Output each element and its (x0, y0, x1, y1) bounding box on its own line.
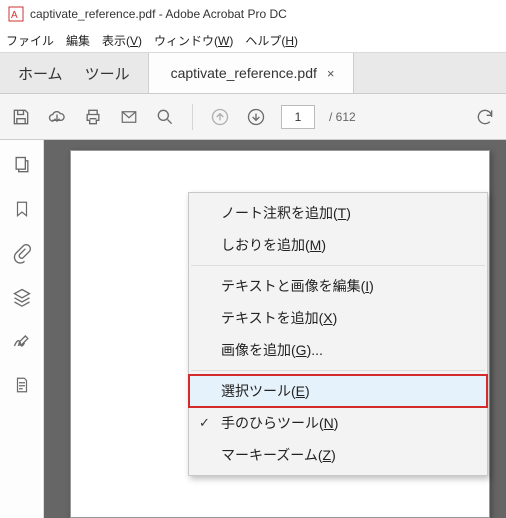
document-icon[interactable] (11, 374, 33, 396)
menu-selection-tool[interactable]: 選択ツール(E) (189, 375, 487, 407)
mail-icon[interactable] (118, 106, 140, 128)
window-title: captivate_reference.pdf - Adobe Acrobat … (30, 7, 287, 21)
document-tab[interactable]: captivate_reference.pdf × (149, 53, 354, 93)
menu-edit-text-image[interactable]: テキストと画像を編集(I) (189, 270, 487, 302)
tab-bar: ホーム ツール captivate_reference.pdf × (0, 52, 506, 94)
close-tab-icon[interactable]: × (327, 66, 335, 81)
thumbnails-icon[interactable] (11, 154, 33, 176)
page-total: / 612 (329, 110, 356, 124)
toolbar: / 612 (0, 94, 506, 140)
layers-icon[interactable] (11, 286, 33, 308)
save-icon[interactable] (10, 106, 32, 128)
menu-window[interactable]: ウィンドウ(W) (154, 32, 233, 49)
menu-edit[interactable]: 編集 (66, 32, 90, 49)
bookmark-icon[interactable] (11, 198, 33, 220)
menu-help[interactable]: ヘルプ(H) (245, 32, 298, 49)
menu-add-bookmark[interactable]: しおりを追加(M) (189, 229, 487, 261)
app-icon: A (8, 6, 24, 22)
menu-separator (191, 370, 485, 371)
menu-file[interactable]: ファイル (6, 32, 54, 49)
toolbar-divider (192, 104, 193, 130)
search-icon[interactable] (154, 106, 176, 128)
menu-hand-tool[interactable]: ✓手のひらツール(N) (189, 407, 487, 439)
menu-view[interactable]: 表示(V) (102, 32, 142, 49)
document-tab-label: captivate_reference.pdf (171, 65, 317, 81)
svg-text:A: A (11, 10, 18, 21)
attachment-icon[interactable] (11, 242, 33, 264)
context-menu: ノート注釈を追加(T) しおりを追加(M) テキストと画像を編集(I) テキスト… (188, 192, 488, 476)
menu-add-note[interactable]: ノート注釈を追加(T) (189, 197, 487, 229)
title-bar: A captivate_reference.pdf - Adobe Acroba… (0, 0, 506, 28)
menu-add-text[interactable]: テキストを追加(X) (189, 302, 487, 334)
check-icon: ✓ (199, 415, 210, 431)
menu-bar: ファイル 編集 表示(V) ウィンドウ(W) ヘルプ(H) (0, 28, 506, 52)
cloud-icon[interactable] (46, 106, 68, 128)
tab-home[interactable]: ホーム (18, 63, 63, 84)
print-icon[interactable] (82, 106, 104, 128)
menu-separator (191, 265, 485, 266)
menu-marquee-zoom[interactable]: マーキーズーム(Z) (189, 439, 487, 471)
tab-tools[interactable]: ツール (85, 63, 130, 84)
left-panel (0, 140, 44, 518)
menu-add-image[interactable]: 画像を追加(G)... (189, 334, 487, 366)
page-up-icon[interactable] (209, 106, 231, 128)
refresh-icon[interactable] (474, 106, 496, 128)
sign-icon[interactable] (11, 330, 33, 352)
page-down-icon[interactable] (245, 106, 267, 128)
page-number-input[interactable] (281, 105, 315, 129)
